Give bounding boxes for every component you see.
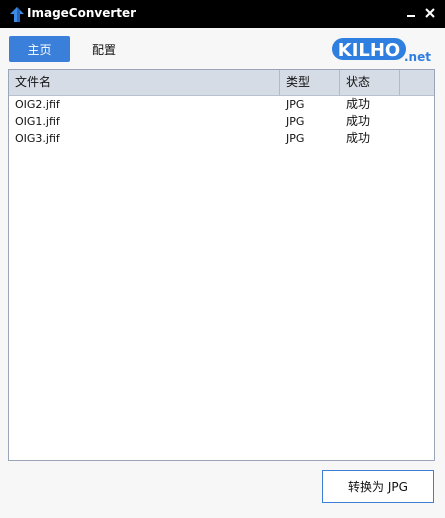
minimize-icon bbox=[407, 15, 415, 17]
kilho-logo[interactable]: KILHO .net bbox=[332, 34, 432, 64]
cell-filename: OIG1.jfif bbox=[15, 115, 60, 128]
table-row[interactable]: OIG2.jfif JPG 成功 bbox=[9, 96, 434, 113]
cell-filename: OIG3.jfif bbox=[15, 132, 60, 145]
tab-home[interactable]: 主页 bbox=[9, 36, 70, 62]
table-row[interactable]: OIG3.jfif JPG 成功 bbox=[9, 130, 434, 147]
logo-suffix: .net bbox=[404, 50, 431, 64]
close-icon bbox=[425, 8, 435, 18]
app-upload-arrow-icon bbox=[10, 7, 24, 22]
main-window: ImageConverter 主页 配置 KILHO .net 文件名 类型 状… bbox=[0, 0, 445, 518]
cell-status: 成功 bbox=[346, 97, 371, 111]
table-row[interactable]: OIG1.jfif JPG 成功 bbox=[9, 113, 434, 130]
table-body: OIG2.jfif JPG 成功 OIG1.jfif JPG 成功 OIG3.j… bbox=[9, 96, 434, 147]
convert-to-jpg-button[interactable]: 转换为 JPG bbox=[322, 470, 434, 503]
logo-text: KILHO bbox=[338, 40, 400, 61]
title-bar[interactable]: ImageConverter bbox=[0, 0, 445, 28]
tab-config[interactable]: 配置 bbox=[92, 36, 116, 62]
table-header: 文件名 类型 状态 bbox=[9, 70, 434, 96]
column-header-filename[interactable]: 文件名 bbox=[9, 70, 280, 95]
cell-type: JPG bbox=[286, 115, 305, 128]
cell-status: 成功 bbox=[346, 114, 371, 128]
column-header-type[interactable]: 类型 bbox=[280, 70, 340, 95]
file-table[interactable]: 文件名 类型 状态 OIG2.jfif JPG 成功 OIG1.jfif JPG… bbox=[8, 69, 435, 461]
cell-type: JPG bbox=[286, 132, 305, 145]
close-button[interactable] bbox=[421, 4, 439, 22]
cell-filename: OIG2.jfif bbox=[15, 98, 60, 111]
window-title: ImageConverter bbox=[27, 6, 137, 20]
convert-button-label: 转换为 JPG bbox=[348, 480, 408, 494]
cell-status: 成功 bbox=[346, 131, 371, 145]
tab-config-label: 配置 bbox=[92, 42, 117, 57]
minimize-button[interactable] bbox=[403, 4, 421, 22]
column-header-status[interactable]: 状态 bbox=[340, 70, 400, 95]
tab-home-label: 主页 bbox=[27, 42, 52, 57]
cell-type: JPG bbox=[286, 98, 305, 111]
